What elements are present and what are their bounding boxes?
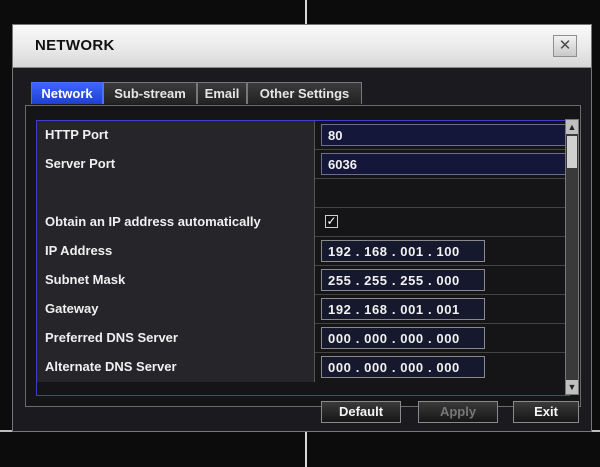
row-preferred-dns: Preferred DNS Server 000 . 000 . 000 . 0… [37, 324, 569, 353]
row-subnet-mask: Subnet Mask 255 . 255 . 255 . 000 [37, 266, 569, 295]
http-port-label: HTTP Port [37, 121, 315, 150]
row-server-port: Server Port 6036 [37, 150, 571, 179]
http-port-input[interactable]: 80 [321, 124, 571, 146]
exit-button[interactable]: Exit [513, 401, 579, 423]
alternate-dns-label: Alternate DNS Server [37, 353, 315, 382]
default-button[interactable]: Default [321, 401, 401, 423]
row-obtain-ip: Obtain an IP address automatically ✓ [37, 208, 569, 237]
close-icon[interactable]: ✕ [553, 35, 577, 57]
dialog-title: NETWORK [35, 37, 115, 54]
row-http-port: HTTP Port 80 [37, 121, 571, 150]
settings-panel: HTTP Port 80 Server Port 6036 Obtain an … [25, 105, 581, 407]
ip-address-input[interactable]: 192 . 168 . 001 . 100 [321, 240, 485, 262]
network-dialog: NETWORK ✕ Network Sub-stream Email Other… [12, 24, 592, 432]
vertical-scrollbar[interactable]: ▲ ▼ [565, 119, 579, 395]
subnet-mask-input[interactable]: 255 . 255 . 255 . 000 [321, 269, 485, 291]
preferred-dns-label: Preferred DNS Server [37, 324, 315, 353]
gateway-label: Gateway [37, 295, 315, 324]
tab-email[interactable]: Email [197, 82, 247, 104]
obtain-ip-checkbox[interactable]: ✓ [325, 215, 338, 228]
tab-sub-stream[interactable]: Sub-stream [103, 82, 197, 104]
row-empty [37, 179, 569, 208]
server-port-input[interactable]: 6036 [321, 153, 571, 175]
obtain-ip-label: Obtain an IP address automatically [37, 208, 315, 237]
settings-grid: HTTP Port 80 Server Port 6036 Obtain an … [36, 120, 571, 396]
scroll-down-icon[interactable]: ▼ [566, 380, 578, 394]
background-line-bottom [305, 430, 307, 467]
empty-label [37, 179, 315, 208]
dialog-titlebar: NETWORK ✕ [13, 25, 591, 68]
tab-other-settings[interactable]: Other Settings [247, 82, 362, 104]
subnet-mask-label: Subnet Mask [37, 266, 315, 295]
ip-address-label: IP Address [37, 237, 315, 266]
alternate-dns-input[interactable]: 000 . 000 . 000 . 000 [321, 356, 485, 378]
tab-network[interactable]: Network [31, 82, 103, 104]
row-alternate-dns: Alternate DNS Server 000 . 000 . 000 . 0… [37, 353, 569, 382]
preferred-dns-input[interactable]: 000 . 000 . 000 . 000 [321, 327, 485, 349]
apply-button[interactable]: Apply [418, 401, 498, 423]
server-port-label: Server Port [37, 150, 315, 179]
scroll-up-icon[interactable]: ▲ [566, 120, 578, 134]
scroll-thumb[interactable] [567, 136, 577, 168]
row-ip-address: IP Address 192 . 168 . 001 . 100 [37, 237, 569, 266]
row-gateway: Gateway 192 . 168 . 001 . 001 [37, 295, 569, 324]
gateway-input[interactable]: 192 . 168 . 001 . 001 [321, 298, 485, 320]
